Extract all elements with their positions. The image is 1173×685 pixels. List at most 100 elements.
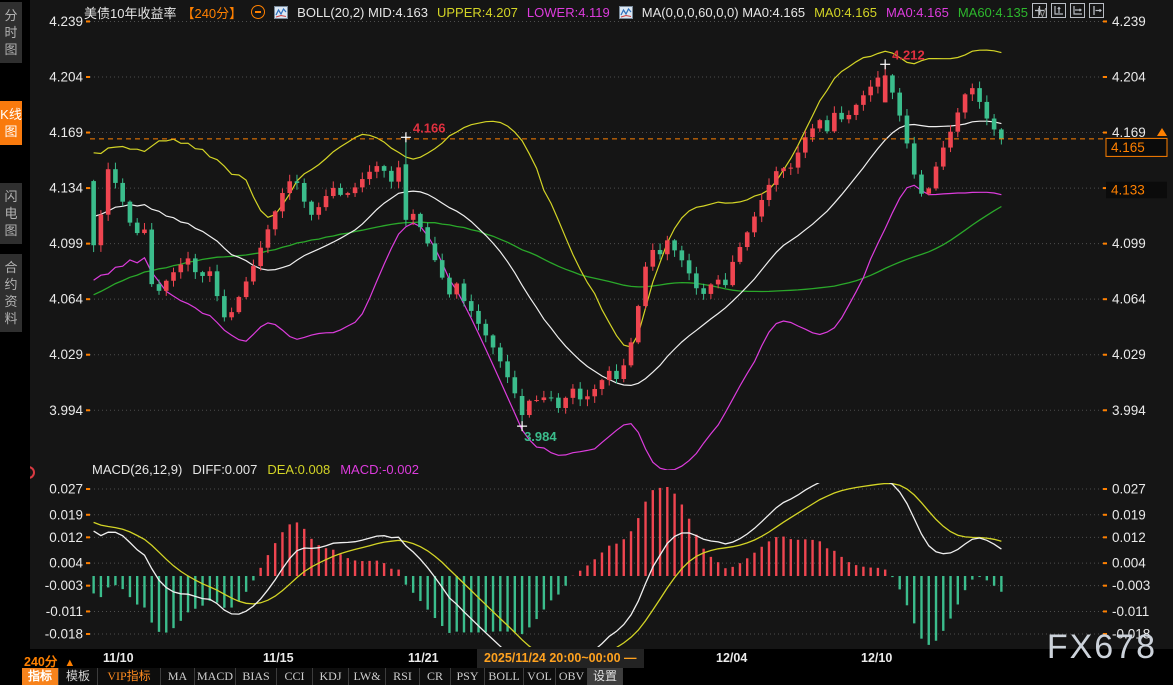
candlestick (781, 168, 786, 171)
sidebar-item-contract-info[interactable]: 合约资料 (0, 254, 22, 332)
axis-label: -0.003 (1112, 578, 1150, 593)
axis-label: 4.169 (49, 125, 83, 140)
macd-diff-value: DIFF:0.007 (192, 462, 257, 477)
bottom-tab-7[interactable]: KDJ (313, 668, 349, 685)
candlestick (810, 128, 815, 137)
candlestick (186, 258, 191, 264)
chart-legend-bar: 美债10年收益率 【240分】 BOLL(20,2) MID:4.163 UPP… (84, 2, 1048, 22)
candlestick (723, 280, 728, 285)
candlestick (295, 181, 300, 183)
bottom-tab-0[interactable]: 指标 (22, 668, 59, 685)
candlestick (338, 188, 343, 195)
bottom-tab-1[interactable]: 模板 (59, 668, 98, 685)
candlestick (353, 187, 358, 193)
candlestick (709, 284, 714, 294)
candlestick (222, 296, 227, 317)
scale-right-icon[interactable] (1070, 3, 1085, 18)
candlestick (447, 278, 452, 295)
bottom-tab-3[interactable]: MA (161, 668, 195, 685)
ma-indicator-icon[interactable] (619, 6, 633, 19)
candlestick (251, 266, 256, 281)
bottom-tab-6[interactable]: CCI (277, 668, 313, 685)
candlestick (382, 166, 387, 171)
axis-label: -0.018 (45, 626, 83, 641)
bottom-tab-12[interactable]: BOLL (485, 668, 524, 685)
ma60-value: MA60:4.135 (958, 5, 1028, 20)
candlestick (934, 167, 939, 189)
bottom-tab-13[interactable]: VOL (524, 668, 556, 685)
chart-toolbar (1032, 3, 1104, 18)
candlestick (600, 380, 605, 389)
candlestick (890, 75, 895, 92)
candlestick (513, 377, 518, 393)
diff-line (94, 480, 1002, 650)
candlestick (621, 365, 626, 379)
candlestick (157, 284, 162, 291)
candlestick (803, 137, 808, 152)
candlestick (266, 229, 271, 247)
candlestick (861, 95, 866, 105)
macd-dea-value: DEA:0.008 (267, 462, 330, 477)
candlestick (825, 120, 830, 131)
sidebar-item-timeshare[interactable]: 分时图 (0, 2, 22, 63)
boll-indicator-icon[interactable] (274, 6, 288, 19)
candlestick (99, 215, 104, 246)
bottom-tab-2[interactable]: VIP指标 (98, 668, 161, 685)
candlestick (534, 400, 539, 401)
bottom-tab-8[interactable]: LW& (349, 668, 386, 685)
candlestick (701, 288, 706, 294)
bottom-tab-10[interactable]: CR (420, 668, 451, 685)
axis-label: 0.012 (1112, 530, 1146, 545)
collapse-icon[interactable] (251, 5, 265, 19)
candlestick (135, 223, 140, 233)
bottom-tab-5[interactable]: BIAS (236, 668, 277, 685)
candlestick (520, 396, 525, 415)
candlestick (955, 112, 960, 131)
sidebar-item-flash[interactable]: 闪电图 (0, 183, 22, 244)
period-label[interactable]: 【240分】 (181, 3, 242, 22)
candlestick (91, 181, 96, 245)
instrument-title: 美债10年收益率 (84, 3, 176, 22)
axis-label: 0.004 (49, 556, 83, 571)
bottom-tab-9[interactable]: RSI (386, 668, 420, 685)
axis-label: 0.004 (1112, 556, 1146, 571)
candlestick (418, 214, 423, 227)
candlestick (244, 281, 249, 297)
bottom-tab-14[interactable]: OBV (556, 668, 588, 685)
candlestick (149, 230, 154, 285)
candlestick (367, 172, 372, 179)
scale-up-icon[interactable] (1051, 3, 1066, 18)
candlestick (578, 389, 583, 400)
axis-label: 0.019 (49, 507, 83, 522)
date-tick: 12/04 (716, 651, 747, 665)
axis-label: 4.239 (49, 14, 83, 29)
macd-title: MACD(26,12,9) (92, 462, 182, 477)
candlestick (178, 265, 183, 273)
axis-label: 4.204 (49, 70, 83, 85)
left-tab-strip: 分时图 K线图 闪电图 合约资料 (0, 0, 30, 650)
candlestick (847, 115, 852, 119)
bottom-tab-4[interactable]: MACD (195, 668, 236, 685)
kline-chart[interactable]: 4.2394.2394.2044.2044.1694.1694.1344.134… (30, 0, 1173, 650)
bottom-tab-11[interactable]: PSY (451, 668, 485, 685)
candlestick (694, 273, 699, 288)
candlestick (977, 88, 982, 102)
candlestick (818, 120, 823, 128)
candlestick (280, 193, 285, 211)
pan-crosshair-icon[interactable] (1032, 3, 1047, 18)
candlestick (788, 168, 793, 169)
candlestick (897, 93, 902, 116)
candlestick (767, 185, 772, 200)
sidebar-item-kline[interactable]: K线图 (0, 101, 22, 145)
candlestick (476, 311, 481, 324)
candlestick (491, 335, 496, 347)
date-tick: 11/10 (103, 651, 134, 665)
candlestick (985, 102, 990, 119)
candlestick (527, 401, 532, 415)
ma0-magenta-value: MA0:4.165 (886, 5, 949, 20)
bottom-tab-15[interactable]: 设置 (588, 668, 623, 685)
shift-right-icon[interactable] (1089, 3, 1104, 18)
ma-values: MA(0,0,0,60,0,0) MA0:4.165 (642, 5, 805, 20)
candlestick (941, 148, 946, 167)
axis-label: 4.134 (49, 181, 83, 196)
